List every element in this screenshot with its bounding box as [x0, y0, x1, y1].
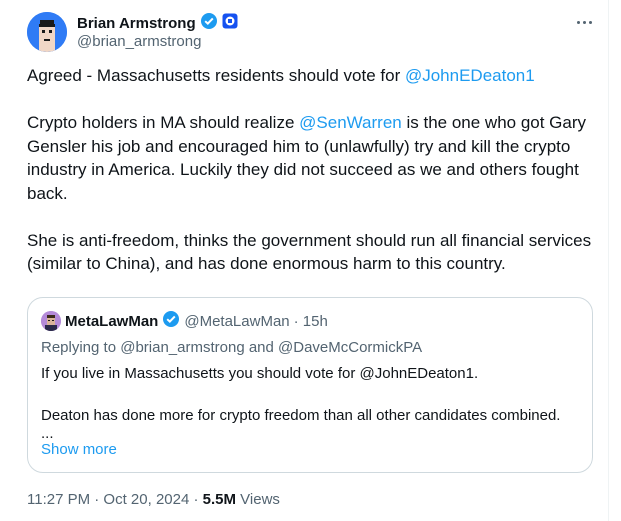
- author-name-row: Brian Armstrong: [77, 12, 238, 35]
- author-name[interactable]: Brian Armstrong: [77, 15, 196, 32]
- show-more-link[interactable]: Show more: [41, 441, 117, 458]
- quoted-author-handle: @MetaLawMan: [184, 312, 290, 330]
- quoted-text-line-1: If you live in Massachusetts you should …: [41, 365, 479, 382]
- tweet-paragraph-2: Crypto holders in MA should realize @Sen…: [27, 111, 597, 205]
- views-count: 5.5M: [202, 491, 237, 508]
- tweet-timestamp[interactable]: 11:27 PM · Oct 20, 2024 ·: [27, 491, 203, 508]
- quoted-text-ellipsis: ...: [41, 425, 54, 442]
- tweet-paragraph-1: Agreed - Massachusetts residents should …: [27, 64, 597, 88]
- verified-badge-icon: [200, 12, 218, 35]
- tweet-text-segment: Crypto holders in MA should realize: [27, 113, 300, 132]
- tweet-card: Brian Armstrong @brian_armstrong Agreed …: [0, 0, 609, 521]
- quoted-author-name: MetaLawMan: [65, 312, 159, 330]
- more-horizontal-icon[interactable]: [572, 14, 596, 30]
- coinbase-affiliate-icon[interactable]: [222, 13, 238, 34]
- mention-link[interactable]: @SenWarren: [299, 113, 402, 132]
- quoted-text-line-2: Deaton has done more for crypto freedom …: [41, 407, 561, 424]
- verified-badge-icon: [162, 310, 180, 332]
- quoted-text-spacer: [41, 384, 581, 405]
- tweet-paragraph-3: She is anti-freedom, thinks the governme…: [27, 230, 592, 274]
- author-handle[interactable]: @brian_armstrong: [77, 33, 201, 50]
- replying-to: Replying to @brian_armstrong and @DaveMc…: [41, 339, 423, 356]
- quoted-author-avatar: [41, 311, 61, 331]
- mention-link[interactable]: @JohnEDeaton1: [405, 66, 535, 85]
- quoted-tweet-time: · 15h: [293, 312, 328, 330]
- author-avatar[interactable]: [27, 12, 67, 52]
- tweet-text: Agreed - Massachusetts residents should …: [27, 64, 597, 299]
- pixel-avatar-icon: [27, 12, 67, 52]
- tweet-text-segment: Agreed - Massachusetts residents should …: [27, 66, 405, 85]
- tweet-footer: 11:27 PM · Oct 20, 2024 · 5.5M Views: [27, 491, 280, 508]
- quoted-tweet-header: MetaLawMan @MetaLawMan · 15h: [41, 310, 328, 332]
- views-label: Views: [236, 491, 280, 508]
- quoted-tweet-text: If you live in Massachusetts you should …: [41, 363, 581, 442]
- quoted-tweet[interactable]: MetaLawMan @MetaLawMan · 15h Replying to…: [27, 297, 593, 473]
